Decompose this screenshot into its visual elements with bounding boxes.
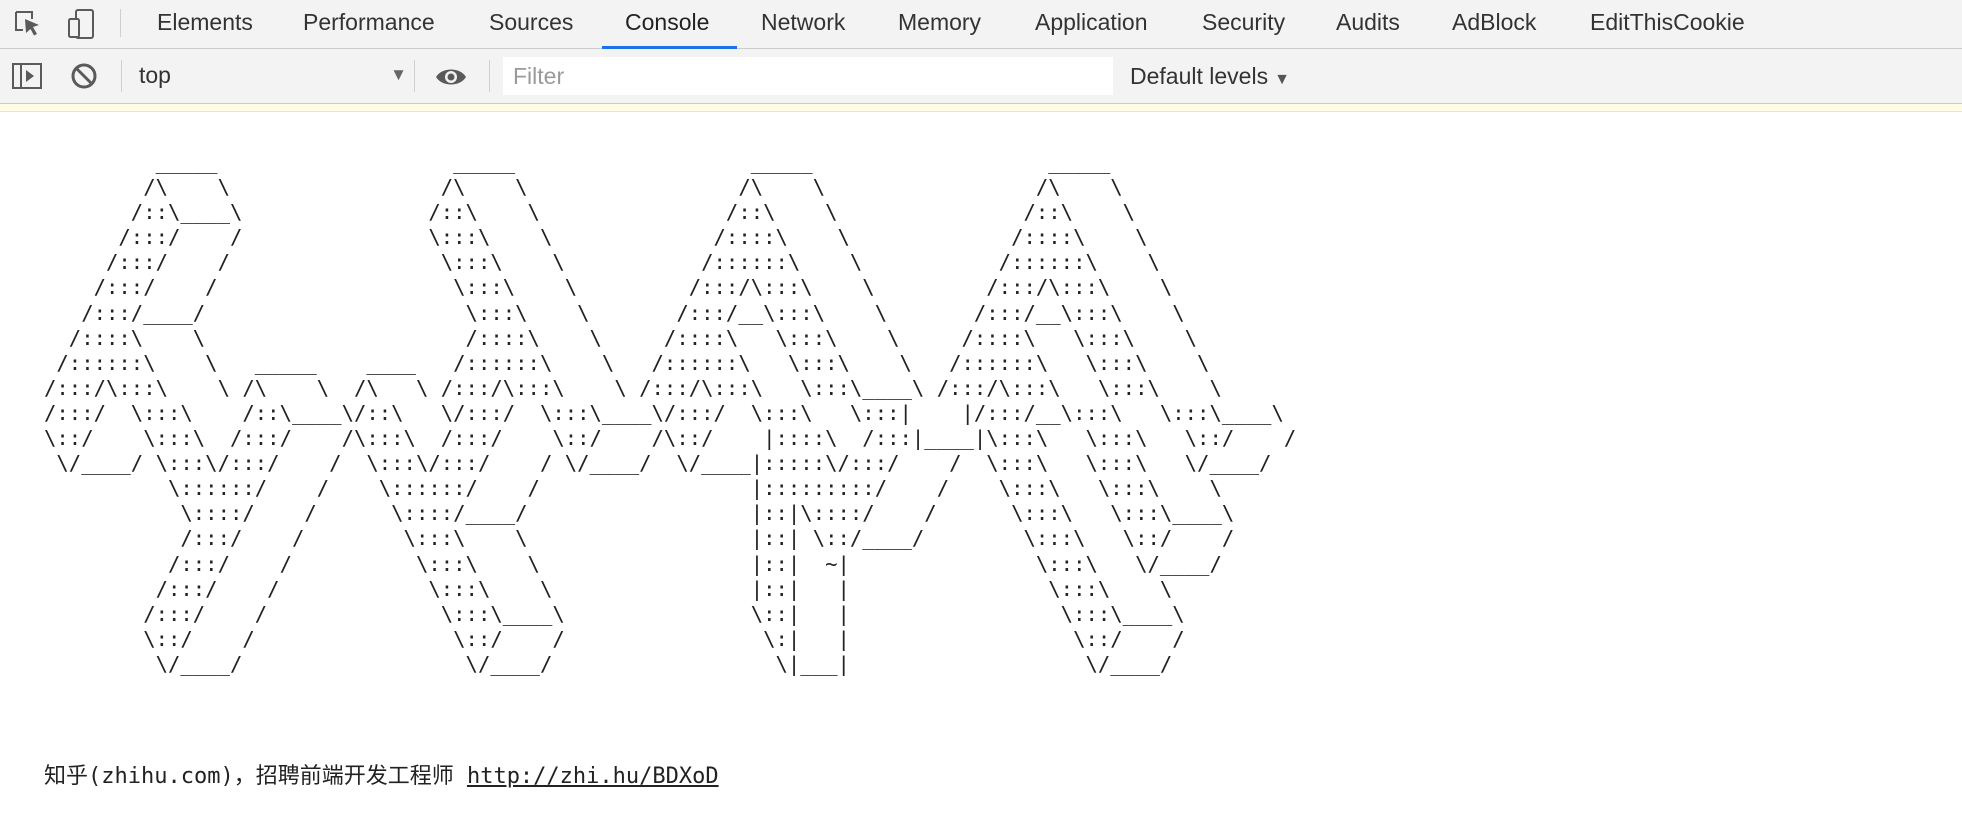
tab-console[interactable]: Console	[625, 0, 709, 48]
tab-network[interactable]: Network	[761, 0, 845, 48]
tab-memory[interactable]: Memory	[898, 0, 981, 48]
tab-audits[interactable]: Audits	[1336, 0, 1400, 48]
tab-adblock[interactable]: AdBlock	[1452, 0, 1536, 48]
console-log-message: 知乎(zhihu.com)，招聘前端开发工程师 http://zhi.hu/BD…	[44, 758, 719, 790]
clear-console-icon[interactable]	[70, 61, 102, 93]
sidebar-toggle-icon[interactable]	[12, 61, 44, 93]
log-message-text: 知乎(zhihu.com)，招聘前端开发工程师	[44, 764, 467, 789]
device-toolbar-icon[interactable]	[66, 8, 98, 40]
console-warning-message	[0, 104, 1962, 112]
toolbar-divider	[414, 60, 415, 92]
chevron-down-icon: ▼	[390, 65, 407, 84]
tab-sources[interactable]: Sources	[489, 0, 573, 48]
tab-security[interactable]: Security	[1202, 0, 1285, 48]
live-expression-eye-icon[interactable]	[434, 61, 466, 93]
devtools-tab-bar: Elements Performance Sources Console Net…	[0, 0, 1962, 49]
toolbar-divider	[489, 60, 490, 92]
toolbar-divider	[121, 60, 122, 92]
log-levels-dropdown[interactable]: Default levels ▼	[1130, 56, 1290, 96]
tab-divider	[120, 9, 121, 37]
log-levels-label: Default levels	[1130, 63, 1269, 89]
tab-editthiscookie[interactable]: EditThisCookie	[1590, 0, 1745, 48]
filter-input[interactable]	[503, 57, 1113, 95]
console-toolbar: top ▼ Default levels ▼	[0, 49, 1962, 104]
context-value: top	[139, 62, 171, 88]
chevron-down-icon: ▼	[1274, 71, 1290, 88]
ascii-art-log: _____ _____ _____ _____ /\ \ /\ \ /\ \ /…	[44, 150, 1297, 676]
tab-elements[interactable]: Elements	[157, 0, 253, 48]
tab-application[interactable]: Application	[1035, 0, 1148, 48]
recruit-link[interactable]: http://zhi.hu/BDXoD	[467, 764, 719, 789]
console-output: _____ _____ _____ _____ /\ \ /\ \ /\ \ /…	[0, 112, 1962, 820]
inspect-element-icon[interactable]	[12, 8, 44, 40]
context-selector[interactable]: top ▼	[129, 55, 407, 95]
tab-performance[interactable]: Performance	[303, 0, 435, 48]
